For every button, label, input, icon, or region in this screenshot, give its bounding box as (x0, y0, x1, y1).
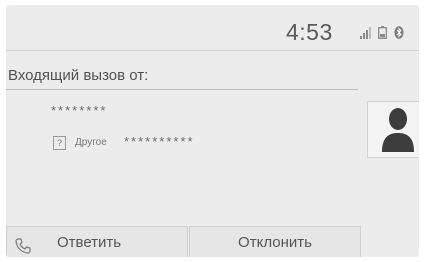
person-icon (382, 108, 414, 152)
call-actions: Ответить Отклонить (6, 226, 419, 257)
status-bar: 4:53 (6, 5, 419, 49)
number-type-label: Другое (75, 137, 107, 148)
header-divider (6, 50, 419, 51)
number-type-icon: ? (53, 136, 66, 150)
incoming-call-screen: 4:53 Входящий вызов от: ******** ? Друго… (6, 5, 419, 257)
battery-icon (378, 26, 387, 44)
incoming-call-caption: Входящий вызов от: (8, 67, 149, 84)
bluetooth-icon (394, 26, 404, 44)
decline-button[interactable]: Отклонить (189, 226, 361, 257)
signal-icon (360, 26, 372, 44)
caller-number: ********** (124, 134, 195, 149)
contact-avatar (367, 101, 419, 158)
phone-icon (15, 234, 31, 254)
clock: 4:53 (286, 19, 333, 45)
caller-name: ******** (51, 103, 108, 118)
answer-button[interactable]: Ответить (6, 226, 188, 257)
answer-label: Ответить (57, 234, 122, 251)
